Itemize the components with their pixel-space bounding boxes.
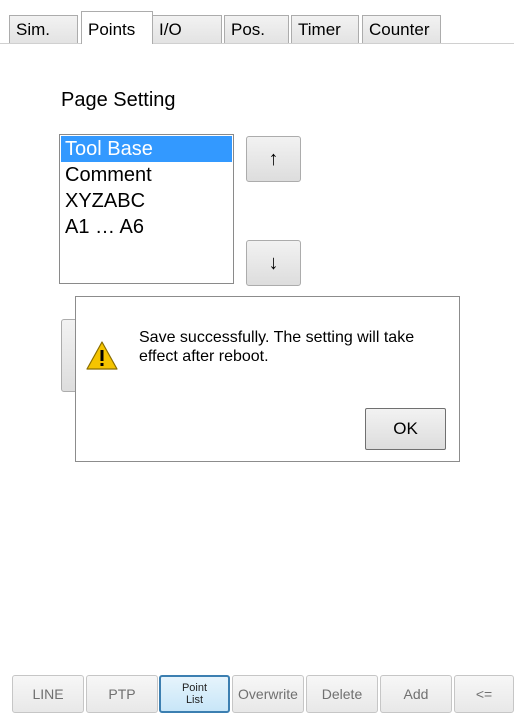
- tab-io[interactable]: I/O: [152, 15, 222, 43]
- overwrite-button[interactable]: Overwrite: [232, 675, 304, 713]
- point-list-button[interactable]: Point List: [159, 675, 230, 713]
- page-setting-title: Page Setting: [61, 89, 176, 111]
- tab-counter[interactable]: Counter: [362, 15, 441, 43]
- warning-icon: [86, 341, 118, 370]
- point-list-label-line1: Point: [181, 682, 208, 694]
- tab-points[interactable]: Points: [81, 11, 153, 44]
- message-dialog: Save successfully. The setting will take…: [75, 296, 460, 462]
- tab-strip: Sim. Points I/O Pos. Timer Counter: [0, 0, 514, 44]
- arrow-down-icon: ↓: [268, 252, 279, 274]
- add-button[interactable]: Add: [380, 675, 452, 713]
- move-up-button[interactable]: ↑: [246, 136, 301, 182]
- move-down-button[interactable]: ↓: [246, 240, 301, 286]
- bottom-toolbar: LINE PTP Point List Overwrite Delete Add…: [0, 675, 514, 713]
- page-setting-listbox[interactable]: Tool Base Comment XYZABC A1 … A6: [59, 134, 234, 284]
- point-list-label-line2: List: [185, 694, 204, 706]
- back-button[interactable]: <=: [454, 675, 514, 713]
- tab-divider: [0, 43, 514, 44]
- ok-button[interactable]: OK: [365, 408, 446, 450]
- list-item-tool-base[interactable]: Tool Base: [61, 136, 232, 162]
- line-button[interactable]: LINE: [12, 675, 84, 713]
- tab-timer[interactable]: Timer: [291, 15, 359, 43]
- arrow-up-icon: ↑: [268, 148, 279, 170]
- tab-sim[interactable]: Sim.: [9, 15, 78, 43]
- list-item-xyzabc[interactable]: XYZABC: [61, 188, 232, 214]
- ptp-button[interactable]: PTP: [86, 675, 158, 713]
- list-item-comment[interactable]: Comment: [61, 162, 232, 188]
- list-item-a1-a6[interactable]: A1 … A6: [61, 214, 232, 240]
- dialog-message: Save successfully. The setting will take…: [139, 329, 415, 365]
- delete-button[interactable]: Delete: [306, 675, 378, 713]
- tab-pos[interactable]: Pos.: [224, 15, 289, 43]
